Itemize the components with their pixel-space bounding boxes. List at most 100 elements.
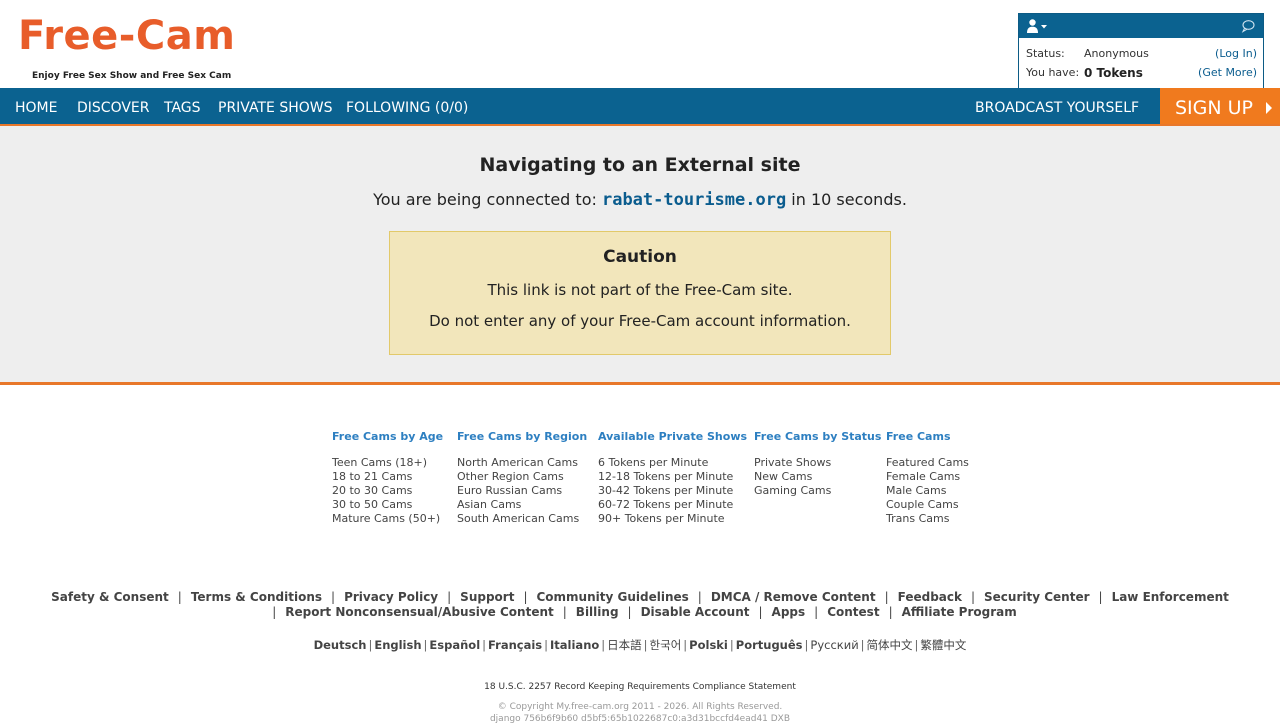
- language-link[interactable]: 繁體中文: [920, 638, 966, 652]
- separator: |: [482, 638, 487, 652]
- page-title: Navigating to an External site: [479, 154, 801, 176]
- language-link[interactable]: 简体中文: [867, 638, 913, 652]
- footer-link[interactable]: 90+ Tokens per Minute: [598, 512, 747, 526]
- footer-link[interactable]: 20 to 30 Cams: [332, 484, 443, 498]
- footer-link-security[interactable]: Security Center: [984, 590, 1090, 604]
- external-domain-link[interactable]: rabat-tourisme.org: [602, 190, 786, 210]
- signup-button[interactable]: SIGN UP: [1160, 88, 1280, 124]
- chat-icon[interactable]: [1241, 19, 1255, 33]
- footer-link-apps[interactable]: Apps: [772, 605, 806, 619]
- footer-link[interactable]: Euro Russian Cams: [457, 484, 587, 498]
- language-link[interactable]: Русский: [810, 638, 858, 652]
- separator: |: [888, 605, 893, 619]
- footer-link[interactable]: Featured Cams: [886, 456, 969, 470]
- tokens-value: 0 Tokens: [1084, 66, 1143, 80]
- footer-link[interactable]: Couple Cams: [886, 498, 969, 512]
- separator: |: [814, 605, 819, 619]
- user-box-toolbar: [1019, 14, 1263, 38]
- language-link[interactable]: 日本語: [607, 638, 642, 652]
- separator: |: [562, 605, 567, 619]
- build-info: django 756b6f9b60 d5bf5:65b1022687c0:a3d…: [489, 714, 791, 724]
- footer-link[interactable]: New Cams: [754, 470, 881, 484]
- footer-link[interactable]: Mature Cams (50+): [332, 512, 443, 526]
- get-more-link[interactable]: (Get More): [1198, 66, 1257, 79]
- login-link[interactable]: (Log In): [1215, 47, 1257, 60]
- footer-link[interactable]: North American Cams: [457, 456, 587, 470]
- footer-link[interactable]: Male Cams: [886, 484, 969, 498]
- language-link[interactable]: English: [374, 638, 421, 652]
- language-selector: Deutsch | English | Español | Français | Italian…: [0, 637, 1280, 653]
- user-menu-icon[interactable]: [1026, 18, 1048, 34]
- footer-column-title[interactable]: Free Cams by Region: [457, 430, 587, 443]
- footer-column-title[interactable]: Free Cams by Age: [332, 430, 443, 443]
- footer-link-report[interactable]: Report Nonconsensual/Abusive Content: [285, 605, 553, 619]
- separator: |: [627, 605, 632, 619]
- footer-link[interactable]: 12-18 Tokens per Minute: [598, 470, 747, 484]
- separator: |: [860, 638, 865, 652]
- status-label: Status:: [1026, 47, 1065, 60]
- language-link[interactable]: Polski: [689, 638, 728, 652]
- footer-column-free-cams: Free Cams Featured Cams Female Cams Male…: [886, 430, 969, 526]
- language-link[interactable]: Deutsch: [314, 638, 367, 652]
- footer-link-safety[interactable]: Safety & Consent: [51, 590, 169, 604]
- nav-home[interactable]: HOME: [15, 88, 57, 124]
- redirect-prefix: You are being connected to:: [373, 190, 597, 209]
- compliance-statement-link[interactable]: 18 U.S.C. 2257 Record Keeping Requiremen…: [0, 682, 1280, 692]
- footer-link[interactable]: Other Region Cams: [457, 470, 587, 484]
- arrow-right-icon: [1266, 102, 1272, 114]
- nav-discover[interactable]: DISCOVER: [77, 88, 150, 124]
- broadcast-yourself-link[interactable]: BROADCAST YOURSELF: [975, 88, 1139, 124]
- footer-column-title[interactable]: Available Private Shows: [598, 430, 747, 443]
- footer-link-billing[interactable]: Billing: [576, 605, 619, 619]
- language-link[interactable]: Português: [736, 638, 803, 652]
- footer-links-row-2: | Report Nonconsensual/Abusive Content | Bi…: [0, 605, 1280, 620]
- separator: |: [177, 590, 182, 604]
- caution-box: Caution This link is not part of the Fre…: [389, 231, 891, 355]
- footer-link[interactable]: 30 to 50 Cams: [332, 498, 443, 512]
- caution-line-1: This link is not part of the Free-Cam si…: [487, 281, 793, 299]
- copyright-text: © Copyright My.free-cam.org 2011 - 2026.…: [497, 702, 783, 712]
- tokens-label: You have:: [1026, 66, 1080, 79]
- footer-link[interactable]: Trans Cams: [886, 512, 969, 526]
- footer-link[interactable]: Teen Cams (18+): [332, 456, 443, 470]
- separator: |: [544, 638, 549, 652]
- language-link[interactable]: Français: [488, 638, 542, 652]
- footer-link[interactable]: Female Cams: [886, 470, 969, 484]
- nav-following[interactable]: FOLLOWING (0/0): [346, 88, 468, 124]
- footer-column-region: Free Cams by Region North American Cams …: [457, 430, 587, 526]
- separator: |: [884, 590, 889, 604]
- footer-link-disable[interactable]: Disable Account: [641, 605, 750, 619]
- footer-link[interactable]: 6 Tokens per Minute: [598, 456, 747, 470]
- footer-column-title[interactable]: Free Cams by Status: [754, 430, 881, 443]
- footer-link-support[interactable]: Support: [460, 590, 514, 604]
- footer-link[interactable]: 30-42 Tokens per Minute: [598, 484, 747, 498]
- footer-link-feedback[interactable]: Feedback: [898, 590, 962, 604]
- language-link[interactable]: Español: [429, 638, 480, 652]
- footer-link-terms[interactable]: Terms & Conditions: [191, 590, 322, 604]
- language-link[interactable]: Italiano: [550, 638, 599, 652]
- signup-label: SIGN UP: [1175, 97, 1254, 119]
- footer-link-dmca[interactable]: DMCA / Remove Content: [711, 590, 876, 604]
- footer-link-affiliate[interactable]: Affiliate Program: [902, 605, 1017, 619]
- footer-link[interactable]: Private Shows: [754, 456, 881, 470]
- footer-link[interactable]: South American Cams: [457, 512, 587, 526]
- footer-link-law[interactable]: Law Enforcement: [1112, 590, 1229, 604]
- footer-column-status: Free Cams by Status Private Shows New Ca…: [754, 430, 881, 498]
- redirect-message: You are being connected to: rabat-touris…: [0, 190, 1280, 210]
- external-link-panel: Navigating to an External site You are b…: [0, 126, 1280, 385]
- footer-link[interactable]: 60-72 Tokens per Minute: [598, 498, 747, 512]
- nav-private-shows[interactable]: PRIVATE SHOWS: [218, 88, 332, 124]
- separator: |: [331, 590, 336, 604]
- footer-link[interactable]: Asian Cams: [457, 498, 587, 512]
- footer-column-title[interactable]: Free Cams: [886, 430, 969, 443]
- footer-link[interactable]: Gaming Cams: [754, 484, 881, 498]
- site-logo[interactable]: Free-Cam: [18, 12, 235, 60]
- nav-tags[interactable]: TAGS: [164, 88, 201, 124]
- site-header: Free-Cam Enjoy Free Sex Show and Free Se…: [0, 0, 1280, 88]
- footer-link-contest[interactable]: Contest: [827, 605, 879, 619]
- footer-link-privacy[interactable]: Privacy Policy: [344, 590, 438, 604]
- footer-link[interactable]: 18 to 21 Cams: [332, 470, 443, 484]
- footer-link-guidelines[interactable]: Community Guidelines: [536, 590, 688, 604]
- separator: |: [758, 605, 763, 619]
- language-link[interactable]: 한국어: [650, 638, 682, 652]
